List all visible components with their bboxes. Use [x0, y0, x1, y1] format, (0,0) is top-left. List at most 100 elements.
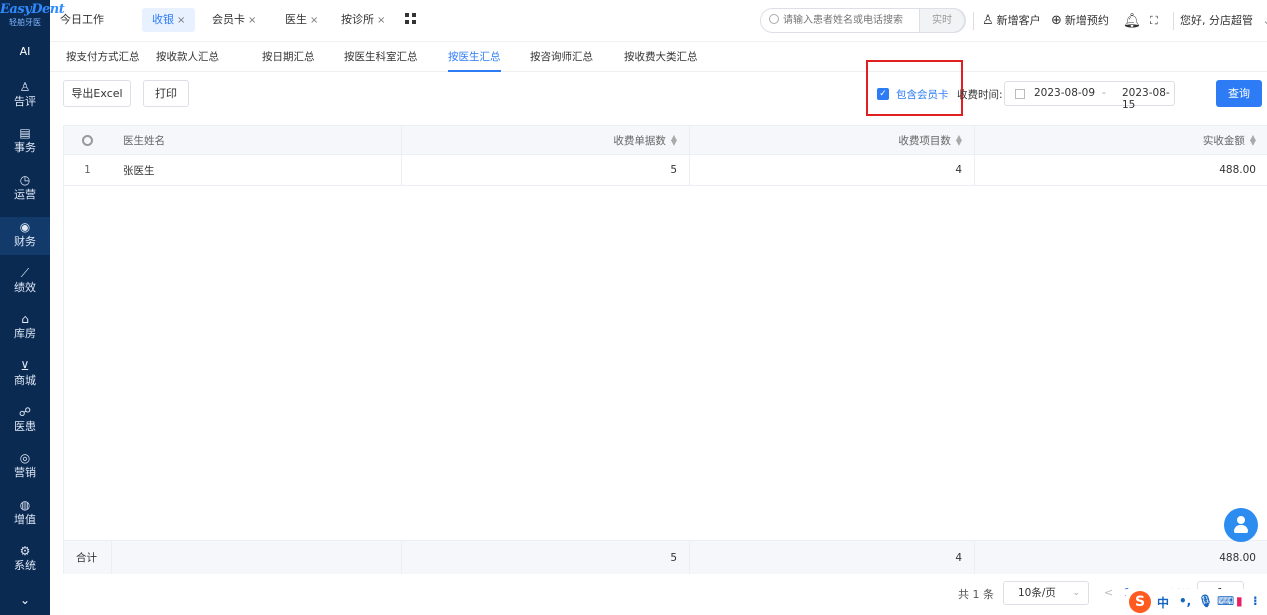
close-icon[interactable]: ×: [310, 15, 318, 26]
include-card-checkbox[interactable]: ✓: [877, 88, 889, 100]
wallet-icon: ◉: [19, 220, 31, 234]
add-user-icon: ♙: [982, 13, 994, 28]
date-start[interactable]: 2023-08-09: [1034, 87, 1095, 99]
person-icon: ♙: [19, 80, 31, 94]
fullscreen-icon[interactable]: ⛶: [1150, 12, 1158, 30]
sidebar-item-label: 营销: [14, 466, 36, 479]
ime-punctuation[interactable]: •,: [1179, 594, 1191, 608]
calendar-icon: [1015, 89, 1025, 99]
tab-2[interactable]: 会员卡 ×: [202, 8, 266, 32]
value-icon: ◍: [19, 498, 31, 512]
ime-chinese-mode[interactable]: 中: [1157, 594, 1169, 611]
sidebar-item-2[interactable]: ◷ 运营: [0, 170, 50, 208]
total-empty: [111, 541, 401, 574]
sidebar-item-10[interactable]: ⚙ 系统: [0, 541, 50, 579]
query-button[interactable]: 查询: [1216, 80, 1262, 107]
sidebar-item-0[interactable]: ♙ 告评: [0, 77, 50, 115]
date-end[interactable]: 2023-08-15: [1122, 87, 1174, 111]
grid-icon[interactable]: [405, 13, 417, 25]
subtab-3[interactable]: 按医生科室汇总: [344, 49, 418, 64]
divider: [1173, 12, 1174, 30]
support-icon[interactable]: [1224, 508, 1258, 542]
tab-label: 收银: [152, 13, 174, 26]
tab-label: 今日工作: [60, 13, 104, 26]
tab-4[interactable]: 按诊所 ×: [331, 8, 395, 32]
date-separator: -: [1102, 87, 1106, 99]
sidebar-item-label: 告评: [14, 95, 36, 108]
sidebar-item-8[interactable]: ◎ 营销: [0, 448, 50, 486]
subtab-2[interactable]: 按日期汇总: [262, 49, 315, 64]
search-mode-button[interactable]: 实时: [919, 8, 965, 33]
tab-0[interactable]: 今日工作: [50, 8, 114, 32]
cart-icon: ⊻: [20, 359, 30, 373]
keyboard-icon[interactable]: ⌨: [1217, 594, 1234, 608]
sidebar-item-label: 商城: [14, 374, 36, 387]
prev-page-button[interactable]: <: [1104, 586, 1113, 599]
sidebar-item-label: 绩效: [14, 281, 36, 294]
chevron-down-icon: ⌄: [1263, 14, 1267, 27]
table-row: 1 张医生 5 4 488.00: [64, 155, 1267, 186]
ime-menu-icon[interactable]: ⁝: [1253, 594, 1258, 608]
document-icon: ▤: [19, 126, 31, 140]
divider: [973, 12, 974, 30]
summary-tabs: 按支付方式汇总 按收款人汇总 按日期汇总 按医生科室汇总 按医生汇总 按咨询师汇总 按收费大…: [50, 42, 1267, 72]
sidebar-item-9[interactable]: ◍ 增值: [0, 495, 50, 533]
tab-label: 医生: [285, 13, 307, 26]
app-root: EasyDent 轻舶牙医 AI ♙ 告评 ▤ 事务 ◷ 运营 ◉ 财务 ⟋ 绩效 ⌂ 库房 ⊻ 商城 ☍ 医…: [0, 0, 1267, 615]
export-excel-button[interactable]: 导出Excel: [63, 80, 131, 107]
sort-icon: ▲ ▼: [955, 133, 962, 147]
search-input[interactable]: [783, 12, 923, 29]
logo-brand: EasyDent: [0, 2, 65, 17]
clock-icon: ◷: [19, 173, 31, 187]
amount-cell: 488.00: [974, 155, 1267, 185]
top-bar: 今日工作收银×会员卡×医生×按诊所× 实时 ♙新增客户 ⊕新增预约 🔔︎ ⛶ 您…: [50, 0, 1267, 42]
print-button[interactable]: 打印: [143, 80, 189, 107]
bell-icon[interactable]: 🔔︎: [1123, 12, 1141, 30]
column-settings-icon[interactable]: [64, 126, 111, 154]
header-items[interactable]: 收费项目数 ▲ ▼: [689, 126, 974, 154]
target-icon: ◎: [19, 451, 31, 465]
row-index: 1: [84, 164, 91, 176]
sogou-logo-icon[interactable]: S: [1129, 591, 1151, 613]
sidebar-item-label: 运营: [14, 188, 36, 201]
new-appointment-button[interactable]: ⊕ 新增预约: [1051, 12, 1109, 30]
search-icon: [769, 14, 779, 24]
tab-3[interactable]: 医生 ×: [275, 8, 328, 32]
header-amount[interactable]: 实收金额 ▲ ▼: [974, 126, 1267, 154]
date-range-picker[interactable]: 2023-08-09 - 2023-08-15: [1004, 81, 1175, 111]
sidebar-item-label: 系统: [14, 559, 36, 572]
header-receipts[interactable]: 收费单据数 ▲ ▼: [401, 126, 689, 154]
fee-time-label: 收费时间:: [957, 89, 1003, 101]
collapse-icon[interactable]: ⌄: [0, 586, 50, 615]
total-label: 合计: [76, 552, 97, 564]
new-customer-button[interactable]: ♙ 新增客户: [982, 12, 1041, 30]
subtab-0[interactable]: 按支付方式汇总: [66, 49, 140, 64]
microphone-icon[interactable]: 🎙: [1198, 594, 1213, 608]
subtab-1[interactable]: 按收款人汇总: [156, 49, 219, 64]
warehouse-icon: ⌂: [21, 312, 29, 326]
close-icon[interactable]: ×: [177, 15, 185, 26]
sidebar-item-6[interactable]: ⊻ 商城: [0, 356, 50, 394]
sidebar-item-1[interactable]: ▤ 事务: [0, 123, 50, 161]
sidebar-item-5[interactable]: ⌂ 库房: [0, 309, 50, 347]
logo: EasyDent 轻舶牙医: [0, 0, 65, 44]
sidebar-item-3[interactable]: ◉ 财务: [0, 217, 50, 255]
sidebar-item-7[interactable]: ☍ 医患: [0, 402, 50, 440]
receipts-cell: 5: [401, 155, 689, 185]
include-card-label[interactable]: 包含会员卡: [896, 87, 949, 102]
tab-label: 会员卡: [212, 13, 245, 26]
header-doctor-name: 医生姓名: [123, 134, 165, 147]
tab-1[interactable]: 收银 ×: [142, 8, 196, 32]
chevron-down-icon: ⌄: [1072, 588, 1080, 598]
subtab-6[interactable]: 按收费大类汇总: [624, 49, 698, 64]
sidebar-item-label: 增值: [14, 513, 36, 526]
subtab-5[interactable]: 按咨询师汇总: [530, 49, 593, 64]
close-icon[interactable]: ×: [248, 15, 256, 26]
close-icon[interactable]: ×: [377, 15, 385, 26]
skin-icon[interactable]: ▮: [1236, 594, 1243, 608]
sidebar-item-4[interactable]: ⟋ 绩效: [0, 263, 50, 301]
subtab-4[interactable]: 按医生汇总: [448, 49, 501, 72]
sidebar-item-ai[interactable]: AI: [0, 45, 50, 58]
user-menu[interactable]: 您好, 分店超管 ⌄: [1180, 12, 1267, 30]
page-size-select[interactable]: 10条/页 ⌄: [1003, 581, 1089, 605]
